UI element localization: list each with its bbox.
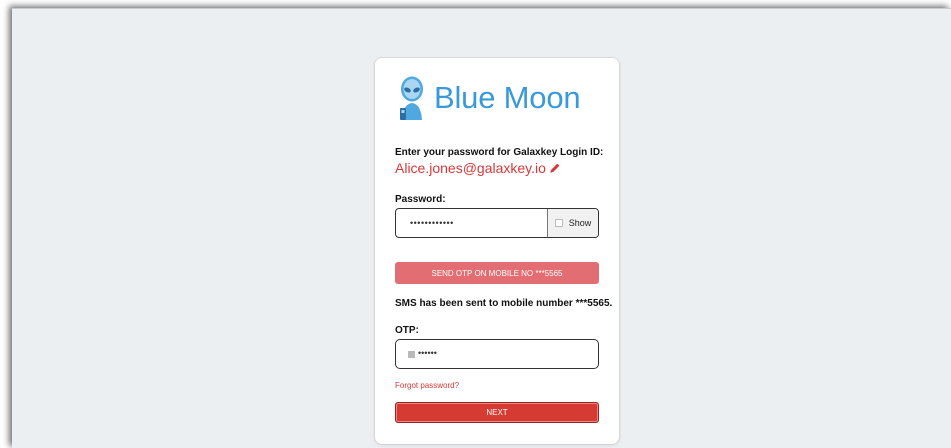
otp-field[interactable]: •••••• [395, 339, 599, 369]
login-card: Blue Moon Enter your password for Galaxk… [375, 58, 619, 444]
show-password-checkbox[interactable] [554, 219, 563, 227]
alien-mascot-icon [400, 76, 423, 120]
otp-value: •••••• [418, 348, 437, 358]
login-prompt: Enter your password for Galaxkey Login I… [395, 147, 604, 158]
next-button[interactable]: NEXT [395, 402, 599, 423]
send-otp-button[interactable]: SEND OTP ON MOBILE NO ***5565 [395, 262, 599, 284]
key-icon [408, 351, 415, 358]
sms-status-message: SMS has been sent to mobile number ***55… [395, 298, 613, 309]
app-window: Blue Moon Enter your password for Galaxk… [12, 8, 951, 448]
show-password-label: Show [568, 218, 592, 228]
password-value: •••••••••••• [410, 218, 454, 228]
password-label: Password: [395, 194, 446, 205]
pencil-icon[interactable] [549, 162, 561, 174]
brand-logo: Blue Moon [397, 74, 581, 122]
otp-label: OTP: [395, 325, 419, 336]
login-id-text: Alice.jones@galaxkey.io [395, 160, 546, 176]
brand-name: Blue Moon [434, 80, 581, 115]
password-field[interactable]: •••••••••••• Show [395, 208, 599, 238]
forgot-password-link[interactable]: Forgot password? [395, 381, 459, 390]
login-id: Alice.jones@galaxkey.io [395, 160, 561, 176]
show-password-toggle[interactable]: Show [547, 209, 598, 237]
